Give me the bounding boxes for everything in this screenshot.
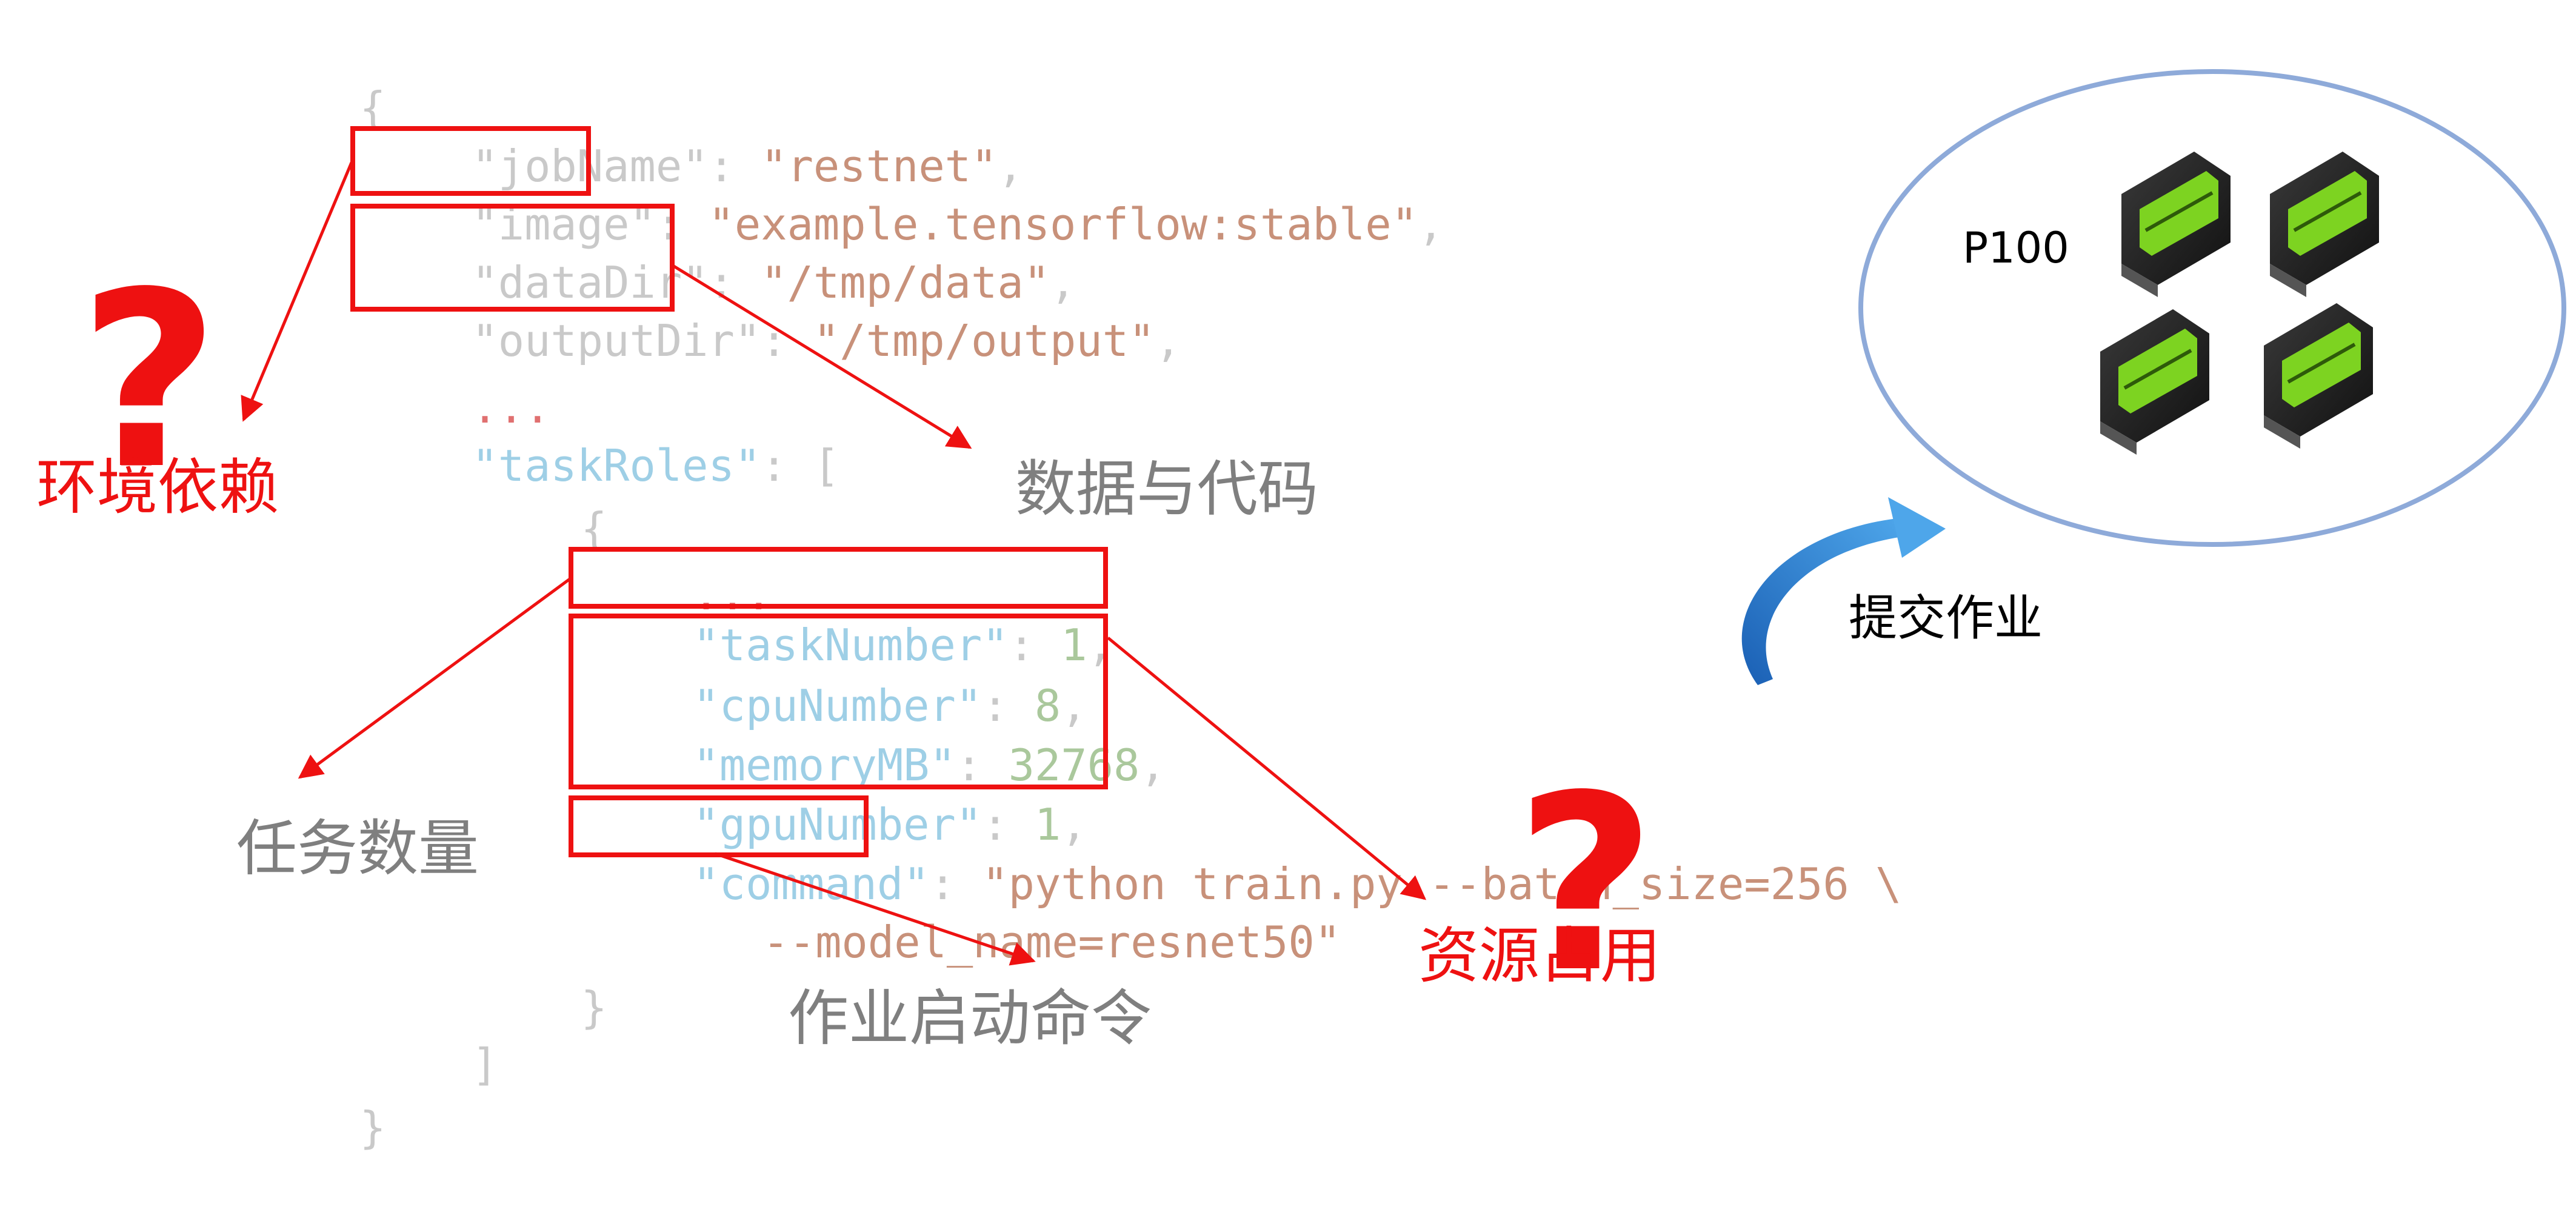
diagram-stage: { "jobName": "restnet", "image": "exampl…: [0, 0, 2576, 1153]
arrow-task-to-count: [298, 577, 571, 779]
arrow-resources-to-usage: [1107, 637, 1427, 900]
gpu-model-label: P100: [1963, 223, 2069, 273]
gpu-card-icon: [2270, 152, 2379, 297]
label-data-and-code: 数据与代码: [1015, 454, 1318, 524]
cluster-ellipse: [1858, 69, 2566, 547]
arrow-command-to-start: [715, 852, 1036, 966]
submit-job-label: 提交作业: [1849, 590, 2043, 646]
label-env-dependency: 环境依赖: [36, 452, 279, 523]
gpu-card-icon: [2100, 309, 2209, 455]
annotation-arrows: [241, 69, 2566, 966]
arrow-image-to-env: [241, 162, 353, 422]
label-job-start-command: 作业启动命令: [788, 983, 1152, 1054]
label-task-count: 任务数量: [236, 813, 479, 884]
label-resource-usage: 资源占用: [1418, 920, 1661, 991]
gpu-card-icon: [2121, 152, 2231, 297]
arrow-dirs-to-data: [672, 264, 972, 449]
gpu-card-icon: [2264, 303, 2373, 449]
